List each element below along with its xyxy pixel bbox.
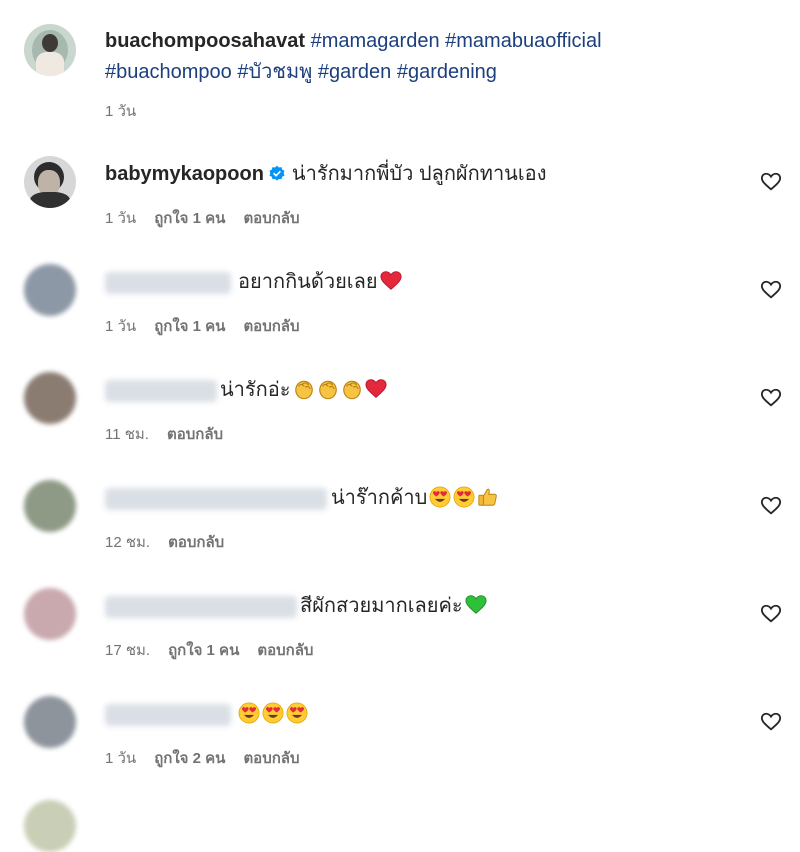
comment-username-blurred[interactable] [105, 272, 231, 294]
caption-username[interactable]: buachompoosahavat [105, 30, 305, 52]
comment-avatar[interactable] [24, 480, 76, 532]
like-heart-icon[interactable] [760, 387, 782, 409]
caption-hashtags-1[interactable]: #mamagarden #mamabuaofficial [311, 30, 602, 52]
comment-text: น่ารักอ่ะ [220, 379, 291, 401]
like-heart-icon[interactable] [760, 495, 782, 517]
comment-time[interactable]: 11 ชม. [105, 426, 149, 443]
comment-likes[interactable]: ถูกใจ 2 คน [154, 750, 225, 767]
comment-avatar[interactable] [24, 588, 76, 640]
heart-eyes-icon [286, 702, 308, 724]
comment-text: น่ารักมากพี่บัว ปลูกผักทานเอง [291, 163, 547, 185]
comment-avatar[interactable] [24, 372, 76, 424]
reply-button[interactable]: ตอบกลับ [168, 534, 224, 551]
caption-line-2: #buachompoo #บัวชมพู #garden #gardening [105, 60, 497, 84]
reply-button[interactable]: ตอบกลับ [243, 210, 299, 227]
comment-5-body [236, 702, 308, 726]
comment-text: สีผักสวยมากเลยค่ะ [300, 595, 463, 617]
verified-badge-icon [269, 165, 285, 181]
comment-time[interactable]: 1 วัน [105, 318, 136, 335]
caption-avatar[interactable] [24, 24, 76, 76]
comment-username-blurred[interactable] [105, 596, 297, 618]
comment-likes[interactable]: ถูกใจ 1 คน [154, 318, 225, 335]
comment-3-meta: 12 ชม. ตอบกลับ [105, 530, 242, 554]
comment-time[interactable]: 12 ชม. [105, 534, 150, 551]
comment-2-body: น่ารักอ่ะ [220, 378, 387, 402]
comment-likes[interactable]: ถูกใจ 1 คน [168, 642, 239, 659]
comment-username-blurred[interactable] [105, 488, 327, 510]
clap-icon [317, 378, 339, 400]
like-heart-icon[interactable] [760, 711, 782, 733]
comment-username[interactable]: babymykaopoon [105, 163, 264, 185]
red-heart-icon [365, 378, 387, 400]
caption-line-1: buachompoosahavat #mamagarden #mamabuaof… [105, 29, 602, 53]
clap-icon [341, 378, 363, 400]
comment-0-meta: 1 วัน ถูกใจ 1 คน ตอบกลับ [105, 206, 318, 230]
comment-username-blurred[interactable] [105, 704, 231, 726]
reply-button[interactable]: ตอบกลับ [243, 750, 299, 767]
comment-5-meta: 1 วัน ถูกใจ 2 คน ตอบกลับ [105, 746, 318, 770]
like-heart-icon[interactable] [760, 279, 782, 301]
red-heart-icon [380, 270, 402, 292]
comment-1-meta: 1 วัน ถูกใจ 1 คน ตอบกลับ [105, 314, 318, 338]
caption-hashtags-2[interactable]: #buachompoo #บัวชมพู #garden #gardening [105, 61, 497, 83]
heart-eyes-icon [453, 486, 475, 508]
comment-text: น่าร๊ากค้าบ [331, 487, 428, 509]
comment-4-body: สีผักสวยมากเลยค่ะ [300, 594, 487, 618]
comment-time[interactable]: 17 ชม. [105, 642, 150, 659]
thumbs-up-icon [477, 486, 499, 508]
comment-0-body: babymykaopoon น่ารักมากพี่บัว ปลูกผักทานเ… [105, 162, 546, 186]
comment-4-meta: 17 ชม. ถูกใจ 1 คน ตอบกลับ [105, 638, 331, 662]
comment-likes[interactable]: ถูกใจ 1 คน [154, 210, 225, 227]
comment-avatar[interactable] [24, 696, 76, 748]
clap-icon [293, 378, 315, 400]
like-heart-icon[interactable] [760, 171, 782, 193]
comment-username-blurred[interactable] [105, 380, 217, 402]
heart-eyes-icon [238, 702, 260, 724]
green-heart-icon [465, 594, 487, 616]
reply-button[interactable]: ตอบกลับ [167, 426, 223, 443]
comment-time[interactable]: 1 วัน [105, 750, 136, 767]
comment-1-body: อยากกินด้วยเลย [238, 270, 402, 294]
heart-eyes-icon [429, 486, 451, 508]
comment-2-meta: 11 ชม. ตอบกลับ [105, 422, 241, 446]
comment-text: อยากกินด้วยเลย [238, 271, 378, 293]
comment-time[interactable]: 1 วัน [105, 210, 136, 227]
reply-button[interactable]: ตอบกลับ [243, 318, 299, 335]
like-heart-icon[interactable] [760, 603, 782, 625]
comment-3-body: น่าร๊ากค้าบ [331, 486, 499, 510]
caption-meta: 1 วัน [105, 99, 154, 123]
heart-eyes-icon [262, 702, 284, 724]
comment-avatar[interactable] [24, 156, 76, 208]
caption-time[interactable]: 1 วัน [105, 103, 136, 120]
comment-avatar[interactable] [24, 264, 76, 316]
reply-button[interactable]: ตอบกลับ [257, 642, 313, 659]
